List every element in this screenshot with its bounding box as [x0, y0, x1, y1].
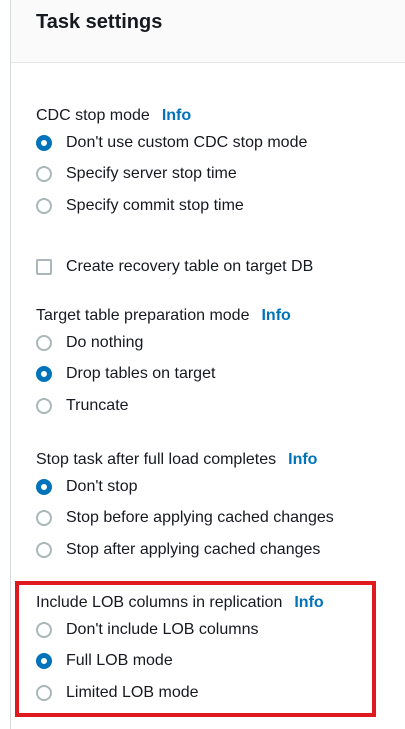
cdc-option-server-stop-time[interactable]: Specify server stop time	[36, 159, 307, 191]
recovery-table-label: Create recovery table on target DB	[66, 257, 314, 275]
radio-button[interactable]	[36, 197, 52, 214]
recovery-table-option[interactable]: Create recovery table on target DB	[36, 251, 313, 283]
radio-button[interactable]	[36, 334, 52, 351]
radio-button-checked[interactable]	[36, 366, 52, 383]
radio-button-checked[interactable]	[36, 134, 52, 151]
stop-option-dont-stop[interactable]: Don't stop	[36, 471, 334, 503]
cdc-option-server-stop-time-label: Specify server stop time	[66, 165, 237, 183]
radio-button[interactable]	[36, 166, 52, 183]
target-prep-mode-label: Target table preparation mode Info	[36, 305, 291, 327]
target-prep-option-drop-tables-label: Drop tables on target	[66, 365, 216, 383]
recovery-table-checkbox[interactable]	[36, 258, 52, 275]
stop-option-dont-stop-label: Don't stop	[66, 477, 138, 495]
cdc-option-commit-stop-time[interactable]: Specify commit stop time	[36, 190, 307, 222]
radio-button[interactable]	[36, 541, 52, 558]
target-prep-option-do-nothing-label: Do nothing	[66, 333, 144, 351]
red-highlight-annotation	[15, 581, 376, 717]
stop-option-after-cached-label: Stop after applying cached changes	[66, 540, 321, 558]
cdc-option-commit-stop-time-label: Specify commit stop time	[66, 196, 244, 214]
stop-option-before-cached-label: Stop before applying cached changes	[66, 509, 334, 527]
radio-button[interactable]	[36, 397, 52, 414]
stop-after-full-load-group: Stop task after full load completes Info …	[36, 449, 334, 566]
recovery-table-group: Create recovery table on target DB	[36, 251, 313, 283]
radio-button-checked[interactable]	[36, 478, 52, 495]
left-divider	[10, 0, 11, 729]
cdc-option-no-custom-label: Don't use custom CDC stop mode	[66, 133, 308, 151]
cdc-option-no-custom[interactable]: Don't use custom CDC stop mode	[36, 127, 307, 159]
stop-option-after-cached[interactable]: Stop after applying cached changes	[36, 534, 334, 566]
target-prep-mode-label-text: Target table preparation mode	[36, 307, 250, 324]
target-prep-option-drop-tables[interactable]: Drop tables on target	[36, 359, 291, 391]
task-settings-panel: Task settings CDC stop mode Info Don't us…	[0, 0, 405, 729]
stop-after-full-load-label-text: Stop task after full load completes	[36, 451, 277, 468]
target-prep-option-do-nothing[interactable]: Do nothing	[36, 327, 291, 359]
target-prep-mode-info-link[interactable]: Info	[261, 307, 290, 324]
radio-button[interactable]	[36, 510, 52, 527]
stop-after-full-load-info-link[interactable]: Info	[288, 451, 317, 468]
stop-after-full-load-label: Stop task after full load completes Info	[36, 449, 334, 471]
cdc-stop-mode-group: CDC stop mode Info Don't use custom CDC s…	[36, 105, 307, 222]
cdc-stop-mode-label: CDC stop mode Info	[36, 105, 307, 127]
stop-option-before-cached[interactable]: Stop before applying cached changes	[36, 503, 334, 535]
cdc-stop-mode-label-text: CDC stop mode	[36, 107, 150, 124]
panel-header: Task settings	[11, 0, 405, 63]
page-title: Task settings	[36, 11, 163, 33]
target-prep-option-truncate-label: Truncate	[66, 396, 129, 414]
target-prep-mode-group: Target table preparation mode Info Do not…	[36, 305, 291, 422]
target-prep-option-truncate[interactable]: Truncate	[36, 390, 291, 422]
cdc-stop-mode-info-link[interactable]: Info	[162, 107, 191, 124]
